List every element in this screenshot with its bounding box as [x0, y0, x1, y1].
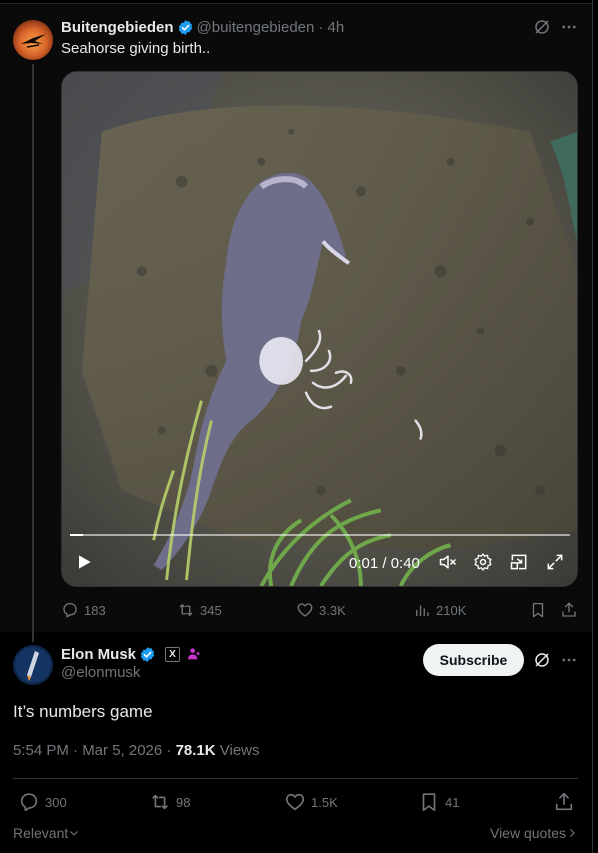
- like-button[interactable]: 1.5K: [284, 791, 338, 813]
- video-progress-fill: [70, 534, 83, 536]
- views-count: 210K: [436, 602, 467, 618]
- parent-tweet[interactable]: Buitengebieden @buitengebieden · 4h Seah…: [0, 4, 592, 642]
- verified-badge-icon[interactable]: [177, 19, 194, 36]
- views-label: Views: [215, 742, 260, 759]
- affiliate-person-icon[interactable]: [186, 646, 202, 662]
- reply-count: 300: [45, 794, 67, 810]
- parent-tweet-text: Seahorse giving birth..: [61, 40, 211, 57]
- repost-icon: [179, 604, 193, 616]
- column-border: [592, 0, 593, 853]
- x-affiliate-badge[interactable]: X: [165, 646, 181, 662]
- view-quotes-label: View quotes: [489, 825, 566, 841]
- seahorse-video-frame: [62, 72, 577, 586]
- elonmusk-avatar[interactable]: [13, 645, 53, 685]
- bookmark-count: 41: [445, 794, 460, 810]
- reply-count: 183: [84, 602, 106, 618]
- bookmark-button[interactable]: [529, 599, 547, 621]
- play-button[interactable]: [70, 548, 98, 576]
- grok-icon[interactable]: [533, 651, 551, 669]
- repost-count: 345: [200, 602, 222, 618]
- video-progress-bar[interactable]: [70, 534, 570, 536]
- author-handle[interactable]: @elonmusk: [61, 664, 140, 681]
- repost-button[interactable]: 98: [149, 791, 190, 813]
- verified-badge-icon[interactable]: [139, 646, 156, 663]
- share-button[interactable]: [560, 599, 578, 621]
- heart-icon: [285, 793, 305, 811]
- tweet-meta: 5:54 PM · Mar 5, 2026 · 78.1K Views: [13, 742, 260, 759]
- grok-icon[interactable]: [533, 18, 551, 36]
- post-time[interactable]: · 4h: [318, 19, 344, 36]
- repost-icon: [152, 794, 168, 810]
- like-button[interactable]: 3.3K: [296, 599, 346, 621]
- heart-icon: [297, 603, 313, 617]
- reply-button[interactable]: 183: [61, 599, 106, 621]
- replies-toolbar: Relevant View quotes: [13, 825, 578, 843]
- share-icon: [555, 792, 573, 811]
- timestamp[interactable]: 5:54 PM · Mar 5, 2026 ·: [13, 742, 176, 759]
- main-tweet-text: It’s numbers game: [13, 702, 153, 721]
- buitengebieden-avatar[interactable]: [13, 20, 53, 60]
- more-options-icon[interactable]: [560, 18, 578, 36]
- view-quotes-link[interactable]: View quotes: [490, 825, 578, 841]
- divider: [13, 778, 578, 779]
- reply-button[interactable]: 300: [18, 791, 67, 813]
- video-controls: 0:01 / 0:40: [62, 548, 577, 580]
- tweet-page: Buitengebieden @buitengebieden · 4h Seah…: [0, 0, 598, 853]
- subscribe-button[interactable]: Subscribe: [423, 644, 524, 676]
- analytics-icon: [416, 605, 429, 616]
- like-count: 3.3K: [319, 602, 346, 618]
- author-handle[interactable]: @buitengebieden: [197, 19, 315, 36]
- fullscreen-icon[interactable]: [541, 548, 569, 576]
- parent-tweet-actions: 183 345 3.3K 210K: [61, 599, 581, 621]
- author-name[interactable]: Elon Musk: [61, 646, 136, 663]
- reply-icon: [20, 793, 38, 812]
- share-button[interactable]: [553, 791, 575, 813]
- chevron-down-icon: [70, 831, 79, 836]
- like-count: 1.5K: [311, 794, 338, 810]
- sort-label: Relevant: [13, 825, 69, 841]
- main-tweet-actions: 300 98 1.5K 41: [13, 791, 583, 815]
- main-tweet-header: Elon Musk X: [61, 644, 202, 664]
- video-time-display: 0:01 / 0:40: [349, 555, 420, 572]
- views-count: 78.1K: [175, 742, 216, 759]
- video-player[interactable]: 0:01 / 0:40: [61, 71, 578, 587]
- bookmark-icon: [532, 602, 544, 618]
- more-options-icon[interactable]: [560, 651, 578, 669]
- bookmark-icon: [422, 793, 436, 812]
- picture-in-picture-icon[interactable]: [505, 548, 533, 576]
- chevron-right-icon: [570, 829, 575, 837]
- settings-gear-icon[interactable]: [469, 548, 497, 576]
- parent-tweet-header: Buitengebieden @buitengebieden · 4h: [61, 17, 344, 37]
- share-icon: [562, 602, 576, 617]
- mute-button[interactable]: [434, 548, 462, 576]
- author-name[interactable]: Buitengebieden: [61, 19, 174, 36]
- reply-icon: [63, 602, 77, 618]
- thread-line: [32, 64, 34, 642]
- views-button[interactable]: 210K: [413, 599, 466, 621]
- repost-count: 98: [176, 794, 191, 810]
- sort-dropdown[interactable]: Relevant: [13, 825, 80, 841]
- repost-button[interactable]: 345: [177, 599, 222, 621]
- bookmark-button[interactable]: 41: [418, 791, 459, 813]
